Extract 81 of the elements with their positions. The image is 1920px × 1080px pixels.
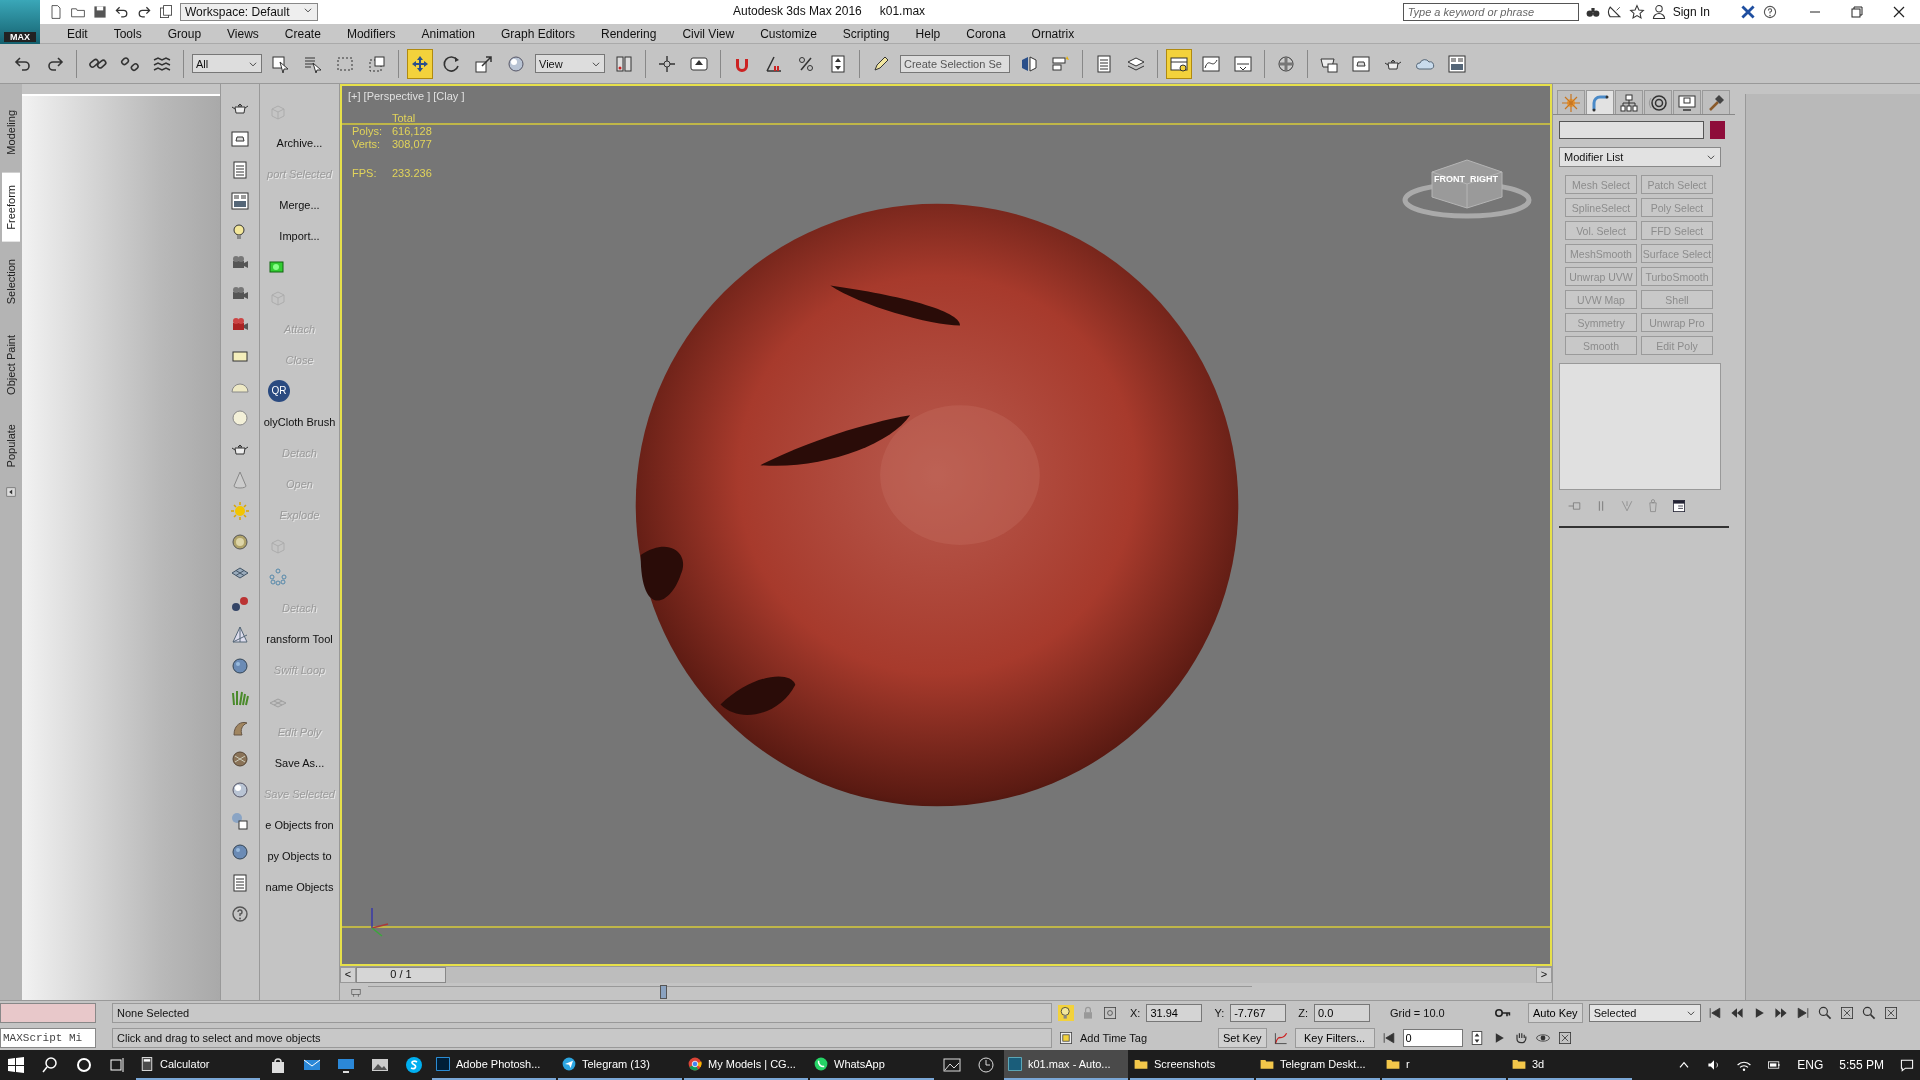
sign-in-link[interactable]: Sign In bbox=[1672, 5, 1710, 19]
search-field[interactable]: Type a keyword or phrase bbox=[1402, 3, 1579, 21]
menu-item[interactable]: Ornatrix bbox=[1018, 26, 1088, 41]
menu-item[interactable]: Civil View bbox=[669, 26, 748, 41]
key-mode-dropdown[interactable]: Selected bbox=[1588, 1004, 1701, 1023]
coordinate-field[interactable]: -7.767 bbox=[1230, 1004, 1287, 1023]
selection-status: None Selected bbox=[112, 1003, 1052, 1024]
menu-item[interactable]: Animation bbox=[408, 26, 488, 41]
menu-item[interactable]: Scripting bbox=[829, 26, 903, 41]
taskbar-button[interactable]: WhatsApp bbox=[810, 1050, 934, 1080]
menu-item[interactable]: Create bbox=[271, 26, 334, 41]
frame-field[interactable]: 0 bbox=[1402, 1028, 1463, 1047]
scene-tool-button[interactable]: name Objects bbox=[260, 871, 339, 902]
scene-tool-button[interactable]: Save As... bbox=[260, 747, 339, 778]
named-selection-field[interactable]: Create Selection Se bbox=[900, 54, 1010, 73]
menu-item[interactable]: Corona bbox=[953, 26, 1019, 41]
language-indicator[interactable]: ENG bbox=[1791, 1058, 1830, 1072]
scene-tool-button[interactable]: olyCloth Brush bbox=[260, 406, 339, 437]
scene-tool-button[interactable]: e Objects fron bbox=[260, 809, 339, 840]
time-slider[interactable]: < 0 / 1 > bbox=[340, 966, 1552, 983]
menu-item[interactable]: Customize bbox=[747, 26, 830, 41]
qr-badge-icon[interactable]: QR bbox=[268, 379, 290, 402]
menu-item[interactable]: Tools bbox=[100, 26, 155, 41]
taskbar-button[interactable]: My Models | CG... bbox=[684, 1050, 808, 1080]
modifier-list-dropdown[interactable]: Modifier List bbox=[1559, 147, 1721, 167]
stat-value: 308,077 bbox=[392, 138, 432, 150]
scene-tool-button[interactable]: Import... bbox=[260, 220, 339, 251]
coordinate-label: X: bbox=[1130, 1007, 1141, 1020]
stat-label: Verts: bbox=[352, 138, 382, 150]
taskbar-button[interactable]: Telegram Deskt... bbox=[1256, 1050, 1380, 1080]
coordinate-label: Z: bbox=[1298, 1007, 1308, 1020]
ribbon-tab[interactable]: Object Paint bbox=[2, 322, 20, 407]
stats-heading: Total bbox=[392, 112, 417, 124]
key-filters-button[interactable]: Key Filters... bbox=[1294, 1027, 1375, 1048]
menu-item[interactable]: Edit bbox=[54, 26, 101, 41]
menu-item[interactable]: Rendering bbox=[588, 26, 670, 41]
taskbar-button[interactable]: k01.max - Auto... bbox=[1004, 1050, 1128, 1080]
toolbar-dropdown[interactable]: View bbox=[535, 54, 605, 73]
scene-tool-button[interactable]: ransform Tool bbox=[260, 623, 339, 654]
taskbar-button[interactable]: r bbox=[1382, 1050, 1506, 1080]
taskbar-button[interactable]: 3d bbox=[1508, 1050, 1632, 1080]
menu-item[interactable]: Modifiers bbox=[333, 26, 409, 41]
scene-tool-button[interactable]: py Objects to bbox=[260, 840, 339, 871]
window-title: Autodesk 3ds Max 2016 bbox=[733, 4, 862, 18]
file-name: k01.max bbox=[879, 4, 926, 18]
coordinate-field[interactable]: 31.94 bbox=[1146, 1004, 1203, 1023]
stat-label: FPS: bbox=[352, 167, 378, 179]
clock[interactable]: 5:55 PM bbox=[1833, 1058, 1890, 1072]
menu-item[interactable]: Graph Editors bbox=[487, 26, 588, 41]
scene-tool-button[interactable]: Archive... bbox=[260, 127, 339, 158]
taskbar-button[interactable]: Screenshots bbox=[1130, 1050, 1254, 1080]
previous-frame-button[interactable]: < bbox=[340, 967, 356, 983]
workspace-dropdown[interactable]: Workspace: Default bbox=[180, 3, 318, 21]
stat-value: 233.236 bbox=[392, 167, 432, 179]
taskbar-button[interactable]: Telegram (13) bbox=[558, 1050, 682, 1080]
set-key-button[interactable]: Set Key bbox=[1218, 1027, 1267, 1048]
stat-value: 616,128 bbox=[392, 125, 432, 137]
maxscript-field[interactable]: MAXScript Mi bbox=[0, 1027, 96, 1048]
menu-item[interactable]: Views bbox=[214, 26, 272, 41]
grid-size: Grid = 10.0 bbox=[1390, 1007, 1446, 1020]
next-frame-button[interactable]: > bbox=[1536, 967, 1552, 983]
ribbon-tab[interactable]: Populate bbox=[2, 412, 20, 480]
time-slider-thumb[interactable]: 0 / 1 bbox=[356, 967, 446, 983]
scene-tool-button[interactable]: Merge... bbox=[260, 189, 339, 220]
viewcube-label: RIGHT bbox=[1470, 174, 1498, 184]
taskbar-button[interactable]: Adobe Photosh... bbox=[432, 1050, 556, 1080]
viewport-label[interactable]: [+] [Perspective ] [Clay ] bbox=[348, 90, 465, 102]
coordinate-field[interactable]: 0.0 bbox=[1314, 1004, 1370, 1023]
taskbar-button[interactable]: Calculator bbox=[136, 1050, 260, 1080]
menu-item[interactable]: Help bbox=[902, 26, 954, 41]
toolbar-dropdown[interactable]: All bbox=[192, 54, 262, 73]
coordinate-label: Y: bbox=[1214, 1007, 1225, 1020]
app-logo[interactable]: MAX bbox=[0, 0, 40, 44]
add-time-tag-button[interactable]: Add Time Tag bbox=[1080, 1031, 1176, 1044]
ribbon-tab[interactable]: Selection bbox=[2, 247, 20, 317]
auto-key-button[interactable]: Auto Key bbox=[1528, 1003, 1583, 1024]
ribbon-tab[interactable]: Modeling bbox=[2, 98, 20, 167]
menu-item[interactable]: Group bbox=[154, 26, 215, 41]
viewcube-label: FRONT bbox=[1434, 174, 1465, 184]
ribbon-tab[interactable]: Freeform bbox=[2, 172, 20, 242]
stat-label: Polys: bbox=[352, 125, 383, 137]
